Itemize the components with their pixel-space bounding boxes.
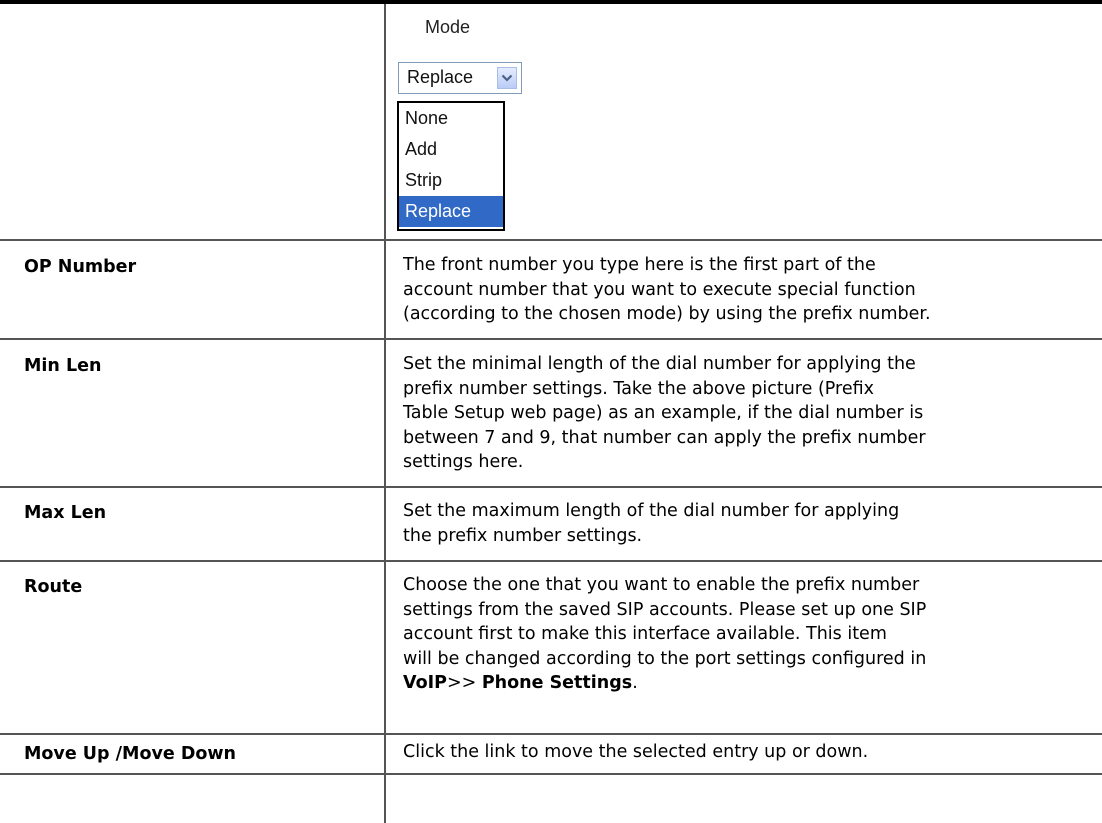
term-route: Route (24, 577, 83, 597)
mode-select-value: Replace (407, 67, 474, 87)
desc-line: prefix number settings. Take the above p… (403, 378, 874, 399)
term-op-number: OP Number (24, 257, 137, 277)
menu-path-separator: >> (446, 673, 482, 694)
desc-line: account first to make this interface ava… (403, 624, 887, 645)
desc-route: Choose the one that you want to enable t… (403, 573, 1093, 696)
chevron-down-icon[interactable] (497, 67, 517, 89)
mode-option-strip[interactable]: Strip (399, 165, 503, 196)
sentence-end: . (632, 673, 638, 694)
mode-option-replace[interactable]: Replace (399, 196, 503, 227)
desc-line: (according to the chosen mode) by using … (403, 304, 931, 325)
menu-path-voip: VoIP (403, 673, 447, 694)
desc-line: Choose the one that you want to enable t… (403, 575, 920, 595)
mode-option-none[interactable]: None (399, 103, 503, 134)
desc-line: The front number you type here is the fi… (403, 255, 876, 275)
desc-line: Table Setup web page) as an example, if … (403, 403, 924, 424)
desc-move-up-down: Click the link to move the selected entr… (403, 740, 1093, 765)
column-divider (384, 4, 386, 823)
mode-option-add[interactable]: Add (399, 134, 503, 165)
desc-line: Set the minimal length of the dial numbe… (403, 354, 916, 374)
desc-line: between 7 and 9, that number can apply t… (403, 427, 926, 448)
desc-max-len: Set the maximum length of the dial numbe… (403, 499, 1093, 548)
desc-line: VoIP>> Phone Settings. (403, 671, 1093, 696)
desc-line: account number that you want to execute … (403, 279, 916, 300)
desc-min-len: Set the minimal length of the dial numbe… (403, 352, 1093, 475)
desc-line: the prefix number settings. (403, 525, 643, 546)
desc-line: settings here. (403, 452, 524, 473)
mode-label: Mode (425, 17, 471, 37)
row-divider (0, 239, 1102, 241)
term-min-len: Min Len (24, 356, 102, 376)
mode-select[interactable]: Replace (398, 62, 522, 94)
row-divider (0, 773, 1102, 775)
row-divider (0, 733, 1102, 735)
desc-op-number: The front number you type here is the fi… (403, 253, 1093, 327)
desc-line: will be changed according to the port se… (403, 648, 927, 669)
desc-line: Set the maximum length of the dial numbe… (403, 501, 900, 521)
menu-path-phone-settings: Phone Settings (481, 673, 633, 694)
row-divider (0, 486, 1102, 488)
row-divider (0, 560, 1102, 562)
term-max-len: Max Len (24, 503, 107, 523)
desc-line: Click the link to move the selected entr… (403, 742, 869, 762)
mode-dropdown-list: None Add Strip Replace (397, 101, 505, 231)
table-top-border (0, 0, 1102, 4)
row-divider (0, 338, 1102, 340)
desc-line: settings from the saved SIP accounts. Pl… (403, 599, 927, 620)
term-move-up-down: Move Up /Move Down (24, 744, 237, 764)
